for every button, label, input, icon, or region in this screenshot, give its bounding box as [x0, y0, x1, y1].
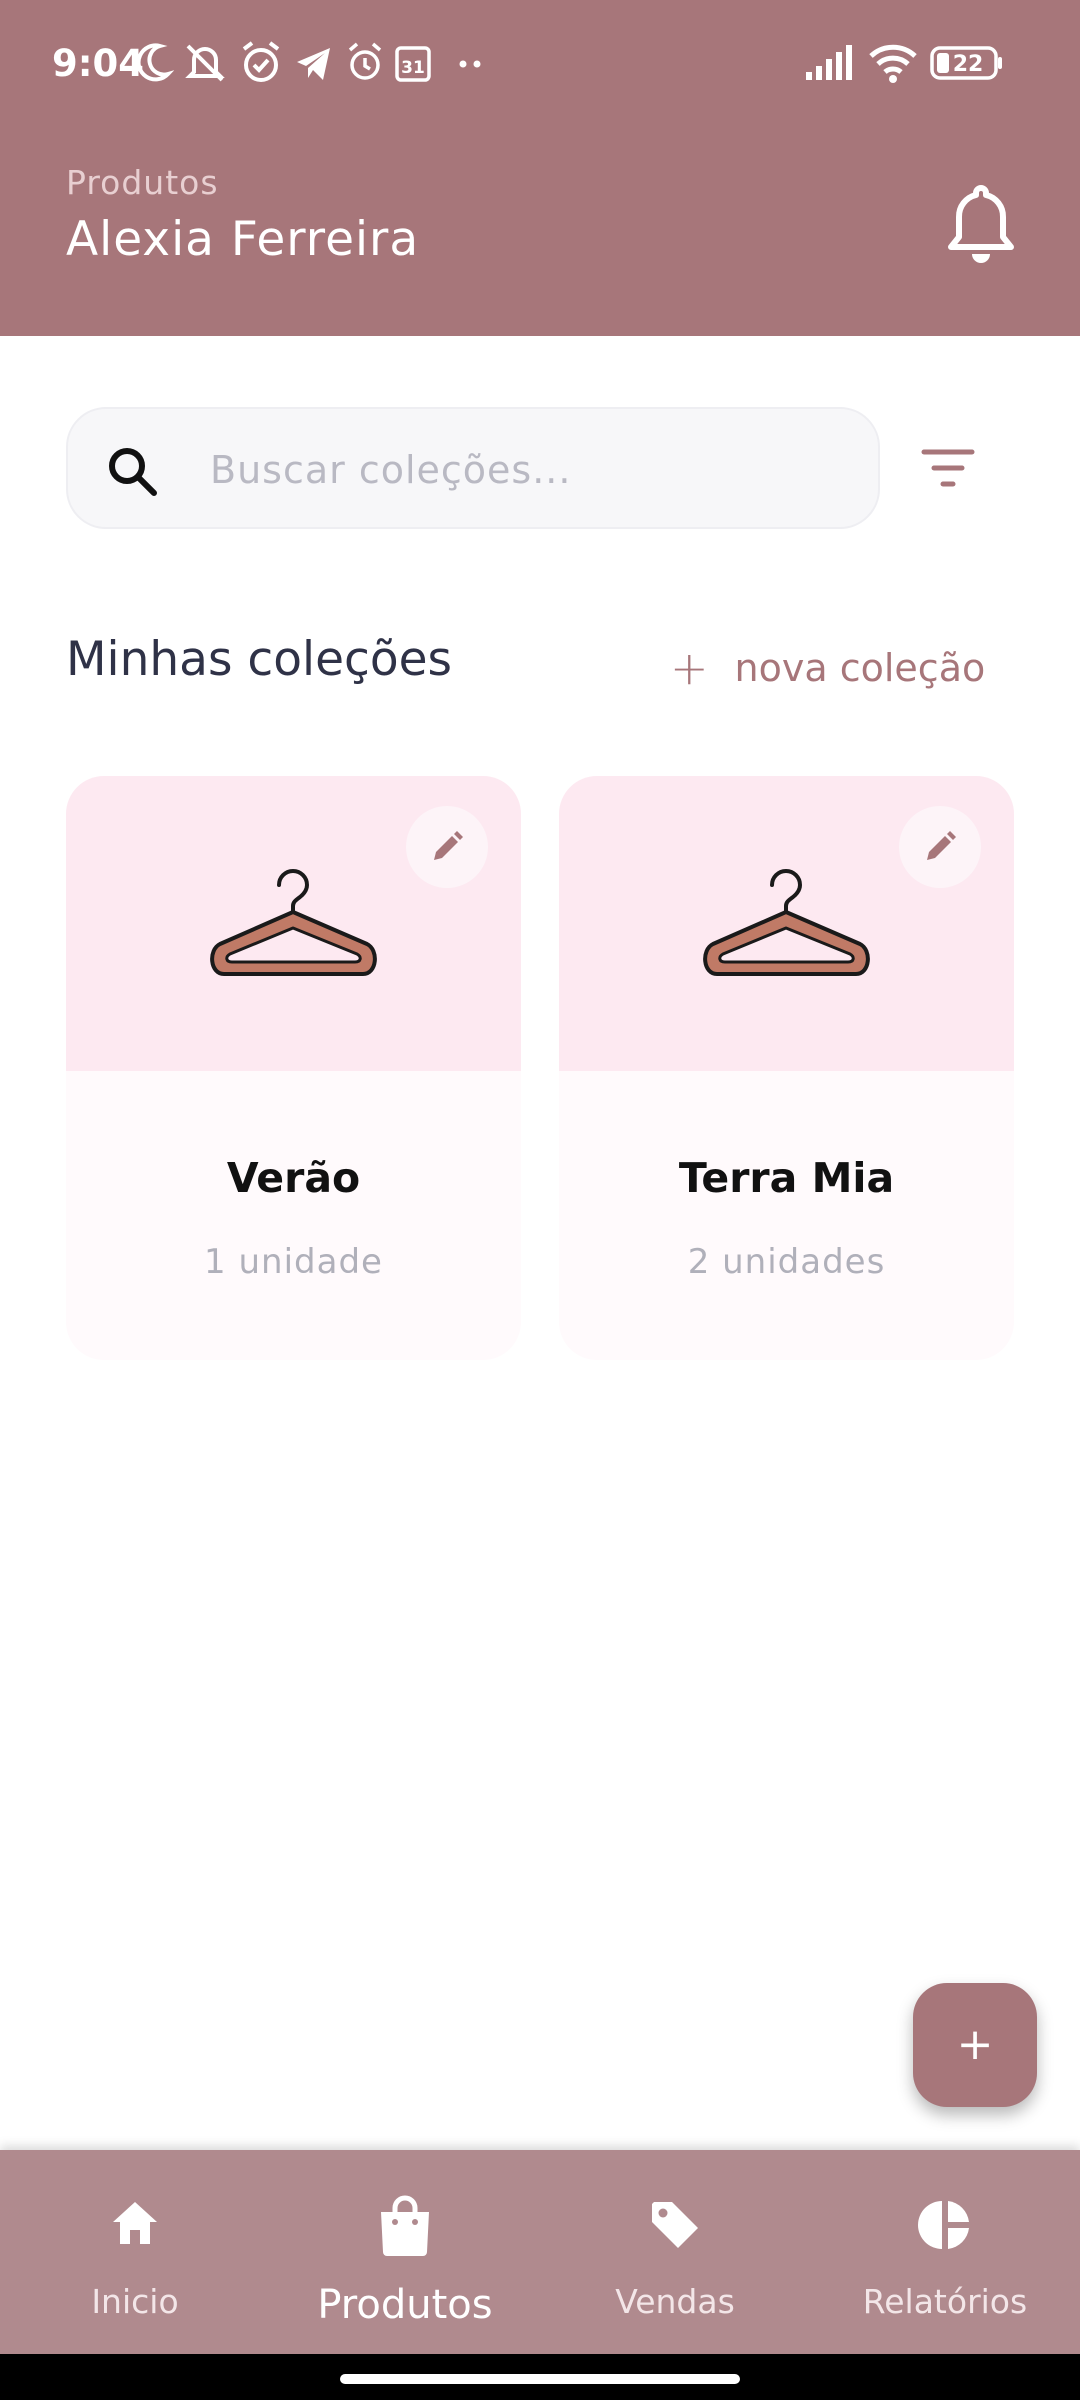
collection-card-image: [66, 776, 521, 1071]
collection-card-image: [559, 776, 1014, 1071]
shopping-bag-icon: [381, 2195, 429, 2256]
collection-name: Verão: [226, 1154, 361, 1202]
bottom-navigation: Inicio Produtos Vendas Relatórios: [0, 2150, 1080, 2354]
add-fab-button[interactable]: +: [913, 1983, 1037, 2107]
app-header: 9:04 31 22 Produtos Alexia Ferreira: [0, 0, 1080, 336]
telegram-icon: [297, 48, 330, 80]
edit-collection-button[interactable]: [406, 806, 488, 888]
status-bar: 9:04 31 22: [0, 0, 1080, 130]
signal-icon: [806, 45, 852, 80]
alarm-icon: [348, 42, 382, 80]
home-icon: [113, 2202, 157, 2244]
collection-card[interactable]: Terra Mia 2 unidades: [559, 776, 1014, 1360]
nav-item-produtos[interactable]: Produtos: [270, 2150, 540, 2354]
search-icon: [109, 448, 157, 496]
moon-icon: [136, 43, 174, 82]
collection-count: 2 unidades: [687, 1242, 886, 1282]
more-dots-icon: [459, 60, 481, 68]
header-subtitle: Produtos: [66, 163, 219, 202]
hanger-icon: [210, 869, 377, 976]
nav-label: Inicio: [91, 2282, 179, 2321]
battery-level: 22: [953, 52, 984, 77]
tag-icon: [652, 2202, 698, 2248]
search-input[interactable]: [208, 437, 832, 503]
battery-icon: 22: [930, 46, 1002, 80]
alarm-icon: [242, 41, 280, 82]
nav-label: Relatórios: [862, 2282, 1028, 2321]
nav-label: Produtos: [317, 2282, 493, 2328]
home-gesture-bar[interactable]: [340, 2374, 740, 2384]
plus-icon: +: [670, 641, 709, 695]
filter-icon[interactable]: [920, 446, 976, 490]
status-icons-right: 22: [804, 40, 1044, 90]
nav-item-vendas[interactable]: Vendas: [540, 2150, 810, 2354]
collection-count: 1 unidade: [204, 1242, 383, 1282]
wifi-icon: [869, 44, 917, 83]
hanger-icon: [703, 869, 870, 976]
nav-label: Vendas: [615, 2282, 735, 2321]
new-collection-label: nova coleção: [734, 646, 986, 690]
nav-item-relatorios[interactable]: Relatórios: [810, 2150, 1080, 2354]
calendar-icon: 31: [395, 46, 431, 82]
nav-item-inicio[interactable]: Inicio: [0, 2150, 270, 2354]
status-time: 9:04: [52, 42, 145, 85]
svg-text:31: 31: [401, 58, 425, 78]
mute-icon: [185, 44, 225, 82]
new-collection-button[interactable]: + nova coleção: [670, 640, 985, 696]
pencil-icon: [927, 831, 956, 860]
pie-chart-icon: [918, 2201, 969, 2249]
collection-name: Terra Mia: [678, 1154, 895, 1202]
header-title: Alexia Ferreira: [66, 212, 420, 267]
search-bar[interactable]: [66, 407, 880, 529]
edit-collection-button[interactable]: [899, 806, 981, 888]
section-title: Minhas coleções: [66, 632, 452, 687]
notification-bell-icon[interactable]: [946, 182, 1016, 264]
collection-card[interactable]: Verão 1 unidade: [66, 776, 521, 1360]
pencil-icon: [434, 831, 463, 860]
